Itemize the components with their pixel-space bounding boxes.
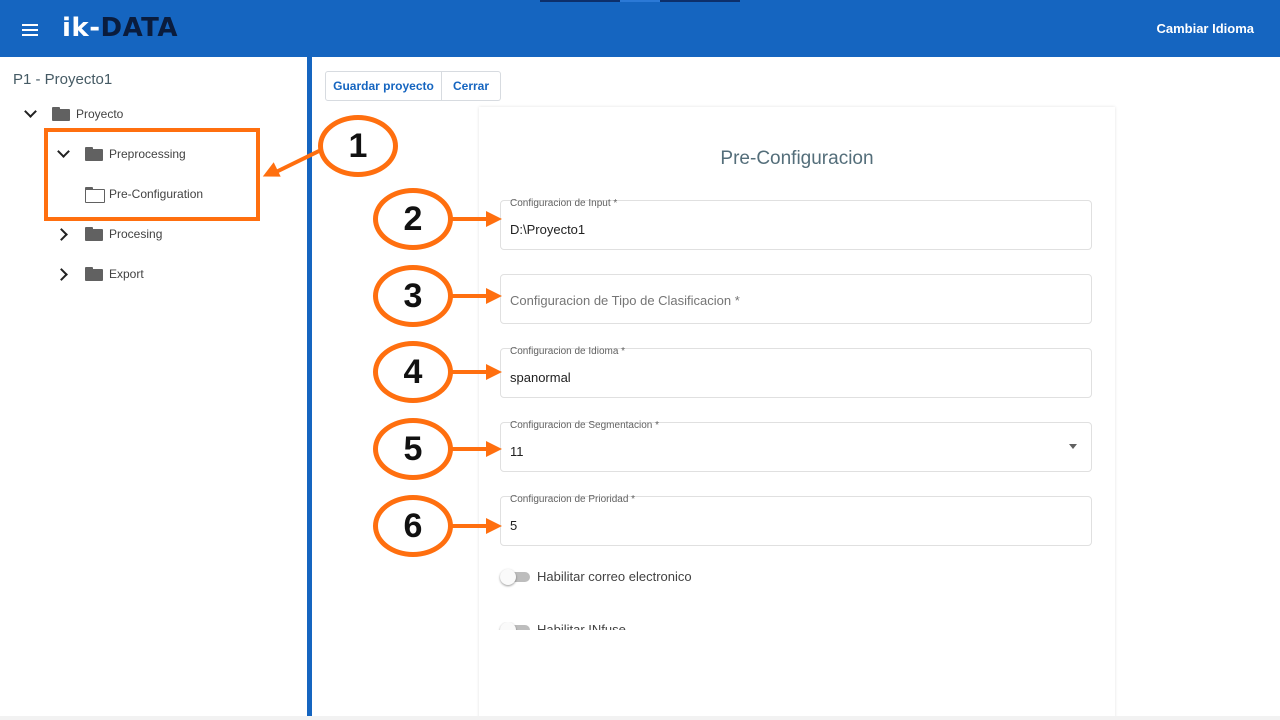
annotation-arrow	[449, 294, 487, 298]
annotation-arrowhead	[486, 288, 502, 304]
email-toggle-label: Habilitar correo electronico	[537, 569, 692, 584]
annotation-arrowhead	[486, 211, 502, 227]
app-header: ik-DATA Cambiar Idioma	[0, 0, 1280, 57]
folder-icon	[85, 267, 103, 281]
project-title: P1 - Proyecto1	[13, 71, 113, 88]
tree-item-label: Procesing	[109, 227, 163, 241]
tree-item-label: Export	[109, 267, 144, 281]
annotation-arrow	[449, 447, 487, 451]
close-button[interactable]: Cerrar	[442, 71, 501, 101]
annotation-arrowhead	[486, 441, 502, 457]
idioma-label: Configuracion de Idioma *	[510, 346, 626, 357]
dropdown-arrow-icon[interactable]	[1069, 444, 1077, 449]
annotation-arrowhead	[486, 364, 502, 380]
callout-marker: 3	[373, 265, 453, 327]
segmentacion-value[interactable]: 11	[510, 444, 1070, 459]
folder-icon	[52, 107, 70, 121]
input-config-label: Configuracion de Input *	[510, 198, 618, 209]
toggle-thumb	[500, 622, 516, 630]
save-project-button[interactable]: Guardar proyecto	[325, 71, 442, 101]
tipo-clasificacion-placeholder: Configuracion de Tipo de Clasificacion *	[510, 293, 740, 308]
logo-ik-text: ik-	[62, 13, 101, 43]
idioma-value[interactable]: spanormal	[510, 370, 1070, 385]
prioridad-value[interactable]: 5	[510, 518, 1070, 533]
page-title: Pre-Configuracion	[720, 148, 874, 169]
callout-marker: 6	[373, 495, 453, 557]
change-language-button[interactable]: Cambiar Idioma	[1156, 21, 1254, 36]
infuse-toggle[interactable]	[500, 622, 531, 630]
tree-item-label: Proyecto	[76, 107, 124, 121]
prioridad-label: Configuracion de Prioridad *	[510, 494, 636, 505]
hamburger-menu-icon[interactable]	[16, 18, 44, 42]
chevron-down-icon[interactable]	[20, 104, 40, 124]
annotation-arrow	[449, 370, 487, 374]
clipped-row: Habilitar INfuse	[479, 622, 1115, 630]
annotation-arrowhead	[486, 518, 502, 534]
infuse-toggle-label: Habilitar INfuse	[537, 622, 626, 630]
input-config-value[interactable]: D:\Proyecto1	[510, 222, 1070, 237]
callout-marker: 5	[373, 418, 453, 480]
callout-marker: 2	[373, 188, 453, 250]
toggle-thumb	[500, 569, 516, 585]
scroll-clip: Habilitar INfuse	[479, 622, 1115, 720]
bottom-edge	[0, 716, 1280, 720]
segmentacion-label: Configuracion de Segmentacion *	[510, 420, 659, 431]
highlight-box	[44, 128, 260, 221]
app-logo: ik-DATA	[62, 13, 178, 43]
folder-icon	[85, 227, 103, 241]
email-toggle[interactable]	[500, 569, 531, 585]
chevron-right-icon[interactable]	[53, 264, 73, 284]
callout-marker: 4	[373, 341, 453, 403]
header-tab-indicator	[660, 0, 740, 2]
tree-item-export[interactable]: Export	[53, 259, 144, 289]
annotation-arrow	[449, 524, 487, 528]
tree-item-procesing[interactable]: Procesing	[53, 219, 162, 249]
logo-data-text: DATA	[100, 13, 179, 43]
annotation-arrow	[449, 217, 487, 221]
chevron-right-icon[interactable]	[53, 224, 73, 244]
tree-item-proyecto[interactable]: Proyecto	[20, 99, 123, 129]
header-tab-indicator-active	[620, 0, 660, 2]
callout-marker: 1	[318, 115, 398, 177]
header-tab-indicator	[540, 0, 620, 2]
